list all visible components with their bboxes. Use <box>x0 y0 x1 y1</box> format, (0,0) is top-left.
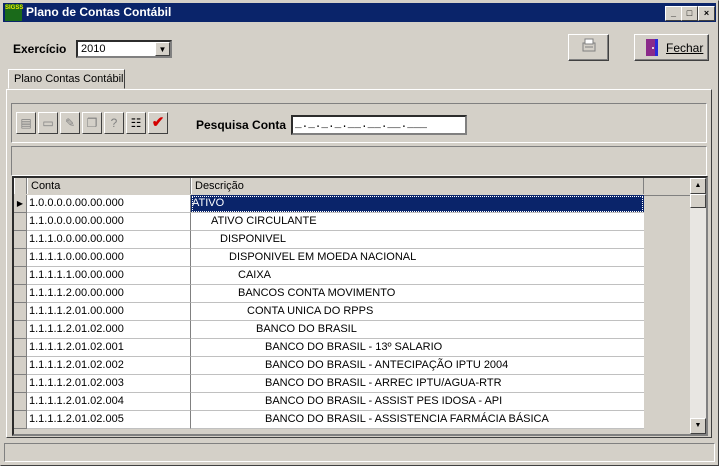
fechar-label: Fechar <box>666 41 704 55</box>
edit-icon[interactable]: ✎ <box>60 112 80 134</box>
row-indicator[interactable] <box>14 411 27 429</box>
table-row[interactable]: 1.1.1.1.2.01.02.000 BANCO DO BRASIL <box>14 321 644 339</box>
cell-descricao[interactable]: ATIVO CIRCULANTE <box>191 213 644 231</box>
cell-conta[interactable]: 1.1.0.0.0.00.00.000 <box>27 213 191 231</box>
status-bar <box>4 443 715 462</box>
scroll-down-icon[interactable]: ▼ <box>690 418 706 434</box>
cell-conta[interactable]: 1.1.1.1.2.01.02.005 <box>27 411 191 429</box>
exercicio-select[interactable]: 2010 ▼ <box>76 40 172 58</box>
cell-descricao[interactable]: CAIXA <box>191 267 644 285</box>
open-icon[interactable]: ▭ <box>38 112 58 134</box>
scroll-up-icon[interactable]: ▲ <box>690 178 706 194</box>
cell-descricao[interactable]: BANCO DO BRASIL - 13º SALARIO <box>191 339 644 357</box>
window-title: Plano de Contas Contábil <box>26 5 172 19</box>
toolbar: ▤ ▭ ✎ ❐ ? ☷ ✔ Pesquisa Conta _._._._.__.… <box>11 103 707 143</box>
vertical-scrollbar[interactable]: ▲ ▼ <box>690 178 706 434</box>
row-indicator[interactable] <box>14 339 27 357</box>
grid-header: Conta Descrição <box>14 178 694 196</box>
help-icon[interactable]: ? <box>104 112 124 134</box>
cell-descricao[interactable]: ATIVO <box>191 195 644 213</box>
search-label: Pesquisa Conta <box>196 118 287 132</box>
search-input[interactable]: _._._._.__.__.__.___ <box>291 115 467 135</box>
row-indicator[interactable] <box>14 231 27 249</box>
app-icon: SIGSS <box>5 4 23 21</box>
cell-descricao[interactable]: BANCO DO BRASIL - ASSISTENCIA FARMÁCIA B… <box>191 411 644 429</box>
filter-bar <box>11 146 707 176</box>
door-exit-icon <box>646 39 658 56</box>
cell-descricao[interactable]: DISPONIVEL <box>191 231 644 249</box>
cell-descricao[interactable]: BANCOS CONTA MOVIMENTO <box>191 285 644 303</box>
table-row[interactable]: 1.1.1.1.2.01.00.000 CONTA UNICA DO RPPS <box>14 303 644 321</box>
row-indicator[interactable] <box>14 267 27 285</box>
header-indicator <box>14 178 27 194</box>
row-indicator[interactable] <box>14 321 27 339</box>
main-window: SIGSS Plano de Contas Contábil _ □ × Exe… <box>0 0 719 466</box>
row-indicator[interactable]: ▶ <box>14 195 27 213</box>
cell-conta[interactable]: 1.1.1.1.1.00.00.000 <box>27 267 191 285</box>
row-indicator[interactable] <box>14 357 27 375</box>
table-row[interactable]: 1.1.1.0.0.00.00.000 DISPONIVEL <box>14 231 644 249</box>
cell-descricao[interactable]: BANCO DO BRASIL <box>191 321 644 339</box>
cell-conta[interactable]: 1.1.1.0.0.00.00.000 <box>27 231 191 249</box>
cell-descricao[interactable]: DISPONIVEL EM MOEDA NACIONAL <box>191 249 644 267</box>
table-row[interactable]: 1.1.1.1.2.01.02.002 BANCO DO BRASIL - ANT… <box>14 357 644 375</box>
minimize-button[interactable]: _ <box>665 6 682 21</box>
cell-descricao[interactable]: BANCO DO BRASIL - ANTECIPAÇÃO IPTU 2004 <box>191 357 644 375</box>
chevron-down-icon[interactable]: ▼ <box>155 42 170 56</box>
table-row[interactable]: ▶ 1.0.0.0.0.00.00.000 ATIVO <box>14 195 644 213</box>
row-indicator[interactable] <box>14 285 27 303</box>
title-bar[interactable]: SIGSS Plano de Contas Contábil _ □ × <box>3 3 716 22</box>
column-header-descricao[interactable]: Descrição <box>191 178 644 194</box>
cell-conta[interactable]: 1.1.1.1.2.01.02.004 <box>27 393 191 411</box>
cell-descricao[interactable]: BANCO DO BRASIL - ARREC IPTU/AGUA-RTR <box>191 375 644 393</box>
grid-rows: ▶ 1.0.0.0.0.00.00.000 ATIVO 1.1.0.0.0.00.00… <box>14 195 644 429</box>
close-button[interactable]: × <box>698 6 715 21</box>
fechar-button[interactable]: Fechar <box>634 34 709 61</box>
row-indicator[interactable] <box>14 393 27 411</box>
table-row[interactable]: 1.1.1.1.2.01.02.003 BANCO DO BRASIL - ARR… <box>14 375 644 393</box>
table-row[interactable]: 1.1.0.0.0.00.00.000 ATIVO CIRCULANTE <box>14 213 644 231</box>
new-icon[interactable]: ▤ <box>16 112 36 134</box>
table-row[interactable]: 1.1.1.1.0.00.00.000 DISPONIVEL EM MOEDA N… <box>14 249 644 267</box>
cell-conta[interactable]: 1.1.1.1.2.01.00.000 <box>27 303 191 321</box>
check-icon[interactable]: ✔ <box>148 112 168 134</box>
table-row[interactable]: 1.1.1.1.2.01.02.001 BANCO DO BRASIL - 13º… <box>14 339 644 357</box>
row-indicator[interactable] <box>14 303 27 321</box>
tree-icon[interactable]: ☷ <box>126 112 146 134</box>
copy-icon[interactable]: ❐ <box>82 112 102 134</box>
cell-conta[interactable]: 1.1.1.1.2.01.02.001 <box>27 339 191 357</box>
table-row[interactable]: 1.1.1.1.1.00.00.000 CAIXA <box>14 267 644 285</box>
cell-descricao[interactable]: CONTA UNICA DO RPPS <box>191 303 644 321</box>
cell-descricao[interactable]: BANCO DO BRASIL - ASSIST PES IDOSA - API <box>191 393 644 411</box>
column-header-conta[interactable]: Conta <box>27 178 191 194</box>
scroll-thumb[interactable] <box>690 194 706 208</box>
accounts-grid: Conta Descrição ▶ 1.0.0.0.0.00.00.000 ATIV… <box>12 176 708 436</box>
cell-conta[interactable]: 1.1.1.1.2.00.00.000 <box>27 285 191 303</box>
maximize-button[interactable]: □ <box>681 6 698 21</box>
exercicio-label: Exercício <box>13 42 67 56</box>
row-indicator[interactable] <box>14 213 27 231</box>
row-indicator[interactable] <box>14 375 27 393</box>
table-row[interactable]: 1.1.1.1.2.01.02.005 BANCO DO BRASIL - ASS… <box>14 411 644 429</box>
printer-icon <box>582 38 596 52</box>
cell-conta[interactable]: 1.1.1.1.0.00.00.000 <box>27 249 191 267</box>
table-row[interactable]: 1.1.1.1.2.01.02.004 BANCO DO BRASIL - ASS… <box>14 393 644 411</box>
cell-conta[interactable]: 1.0.0.0.0.00.00.000 <box>27 195 191 213</box>
exercicio-value: 2010 <box>81 43 106 55</box>
tab-plano-contas[interactable]: Plano Contas Contábil <box>8 69 125 89</box>
print-button[interactable] <box>568 34 609 61</box>
row-indicator[interactable] <box>14 249 27 267</box>
cell-conta[interactable]: 1.1.1.1.2.01.02.000 <box>27 321 191 339</box>
cell-conta[interactable]: 1.1.1.1.2.01.02.002 <box>27 357 191 375</box>
cell-conta[interactable]: 1.1.1.1.2.01.02.003 <box>27 375 191 393</box>
table-row[interactable]: 1.1.1.1.2.00.00.000 BANCOS CONTA MOVIMENT… <box>14 285 644 303</box>
tab-label: Plano Contas Contábil <box>14 73 124 85</box>
